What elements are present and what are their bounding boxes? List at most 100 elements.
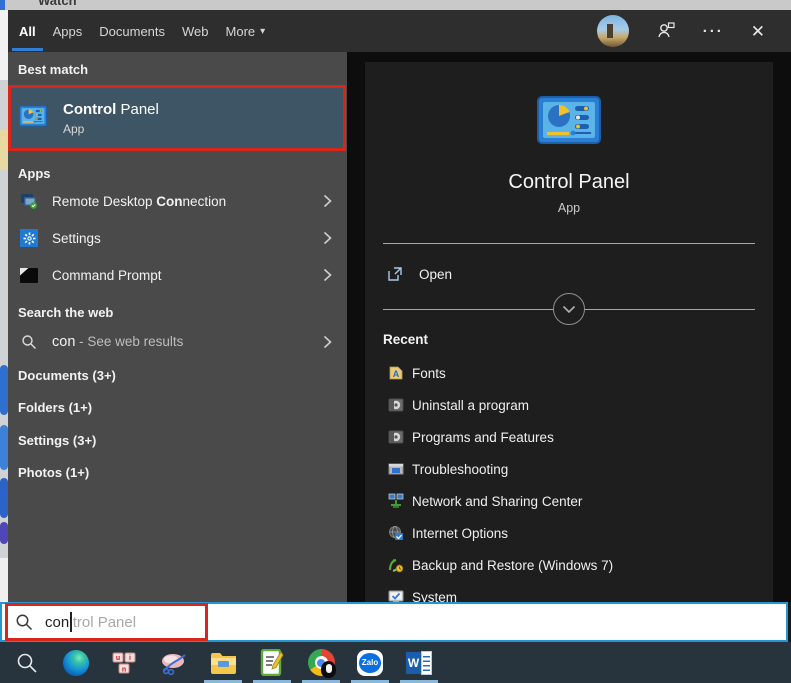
word-label: W <box>408 656 419 670</box>
recent-item-label: Uninstall a program <box>412 398 529 413</box>
recent-item-system[interactable]: System <box>365 581 773 602</box>
result-remote-desktop-connection[interactable]: Remote Desktop Connection <box>8 183 346 219</box>
background-partial-text: Watch <box>38 0 77 8</box>
result-web-search-con[interactable]: con - See web results <box>8 324 346 360</box>
search-suggestion-text: trol Panel <box>73 614 136 631</box>
category-settings[interactable]: Settings (3+) <box>18 433 96 448</box>
taskbar-notepadpp-button[interactable] <box>250 642 294 683</box>
desktop-sliver <box>0 425 8 470</box>
chevron-right-icon[interactable] <box>323 268 332 282</box>
recent-item-uninstall-a-program[interactable]: Uninstall a program <box>365 389 773 421</box>
best-match-result-control-panel[interactable]: Control Panel App <box>8 85 346 151</box>
best-match-subtitle: App <box>63 122 159 136</box>
result-label: Settings <box>52 231 101 246</box>
feedback-icon[interactable] <box>656 20 676 43</box>
web-result-label: con - See web results <box>52 334 183 350</box>
edge-icon <box>63 650 89 676</box>
chevron-right-icon[interactable] <box>323 335 332 349</box>
preview-card: Control Panel App Open Recent <box>365 62 773 602</box>
troubleshooting-icon <box>388 461 404 477</box>
active-tab-underline <box>12 48 43 51</box>
control-panel-icon-large <box>537 96 601 149</box>
recent-item-label: Troubleshooting <box>412 462 508 477</box>
desktop-sliver <box>0 522 8 544</box>
tab-web[interactable]: Web <box>182 10 209 52</box>
tab-more[interactable]: More ▾ <box>226 10 266 52</box>
chevron-down-icon: ▾ <box>260 26 265 37</box>
more-options-icon[interactable]: ··· <box>703 24 724 39</box>
recent-item-label: Backup and Restore (Windows 7) <box>412 558 613 573</box>
search-icon <box>20 333 38 351</box>
taskbar-scissors-app-button[interactable] <box>152 642 196 683</box>
svg-text:n: n <box>122 666 126 673</box>
web-suffix: - See web results <box>75 334 183 349</box>
recent-item-backup-and-restore[interactable]: Backup and Restore (Windows 7) <box>365 549 773 581</box>
recent-item-programs-and-features[interactable]: Programs and Features <box>365 421 773 453</box>
taskbar-file-explorer-button[interactable] <box>201 642 245 683</box>
fonts-icon: A <box>388 365 404 381</box>
network-sharing-icon <box>388 493 404 509</box>
best-match-title-bold: Control <box>63 101 116 118</box>
recent-item-label: Internet Options <box>412 526 508 541</box>
category-documents[interactable]: Documents (3+) <box>18 368 116 383</box>
svg-text:A: A <box>393 369 400 379</box>
backup-restore-icon <box>388 557 404 573</box>
apps-header: Apps <box>18 166 51 181</box>
web-query: con <box>52 334 75 350</box>
category-photos[interactable]: Photos (1+) <box>18 465 89 480</box>
tab-documents[interactable]: Documents <box>99 10 165 52</box>
taskbar-search-input[interactable]: con trol Panel <box>0 602 788 642</box>
open-action[interactable]: Open <box>365 258 773 290</box>
tab-all[interactable]: All <box>19 10 36 52</box>
desktop-sliver <box>0 365 8 415</box>
zalo-icon: Zalo <box>357 650 383 676</box>
tab-all-label: All <box>19 24 36 39</box>
recent-item-label: Programs and Features <box>412 430 554 445</box>
recent-header: Recent <box>383 332 428 347</box>
recent-item-label: Network and Sharing Center <box>412 494 582 509</box>
taskbar-unikey-button[interactable]: uin <box>103 642 147 683</box>
recent-item-troubleshooting[interactable]: Troubleshooting <box>365 453 773 485</box>
search-icon <box>15 613 33 631</box>
open-external-icon <box>387 266 403 282</box>
search-flyout-window: All Apps Documents Web More ▾ <box>8 10 791 602</box>
expand-chevron-button[interactable] <box>553 293 585 325</box>
desktop-sliver <box>0 478 8 518</box>
chevron-right-icon[interactable] <box>323 231 332 245</box>
taskbar-word-button[interactable]: W <box>397 642 441 683</box>
best-match-text: Control Panel App <box>63 101 159 136</box>
internet-options-icon <box>388 525 404 541</box>
search-the-web-header: Search the web <box>18 305 113 320</box>
desktop-left-strip <box>0 10 8 642</box>
notepad-plus-plus-icon <box>260 649 284 676</box>
search-filter-tabbar: All Apps Documents Web More ▾ <box>8 10 791 52</box>
category-folders[interactable]: Folders (1+) <box>18 400 92 415</box>
screen: Watch All Apps Documents <box>0 0 791 683</box>
word-icon: W <box>406 651 432 675</box>
result-command-prompt[interactable]: Command Prompt <box>8 257 346 293</box>
desktop-sliver <box>0 130 8 170</box>
tab-apps[interactable]: Apps <box>53 10 83 52</box>
recent-item-network-and-sharing-center[interactable]: Network and Sharing Center <box>365 485 773 517</box>
taskbar-edge-button[interactable] <box>54 642 98 683</box>
svg-text:u: u <box>116 655 120 662</box>
programs-features-icon <box>388 429 404 445</box>
taskbar-zalo-button[interactable]: Zalo <box>348 642 392 683</box>
recent-item-internet-options[interactable]: Internet Options <box>365 517 773 549</box>
tab-apps-label: Apps <box>53 24 83 39</box>
recent-item-fonts[interactable]: A Fonts <box>365 357 773 389</box>
chevron-right-icon[interactable] <box>323 194 332 208</box>
result-settings[interactable]: Settings <box>8 220 346 256</box>
best-match-header: Best match <box>18 62 88 77</box>
taskbar-search-button[interactable] <box>5 642 49 683</box>
settings-gear-icon <box>20 229 38 247</box>
tab-more-label: More <box>226 24 256 39</box>
zalo-label: Zalo <box>362 658 378 667</box>
label-post: nection <box>183 194 227 209</box>
preview-subtitle: App <box>365 201 773 215</box>
user-avatar[interactable] <box>597 15 629 47</box>
taskbar-chrome-button[interactable] <box>299 642 343 683</box>
close-icon[interactable]: ✕ <box>751 23 765 40</box>
command-prompt-icon <box>20 266 38 284</box>
text-caret <box>70 612 72 632</box>
